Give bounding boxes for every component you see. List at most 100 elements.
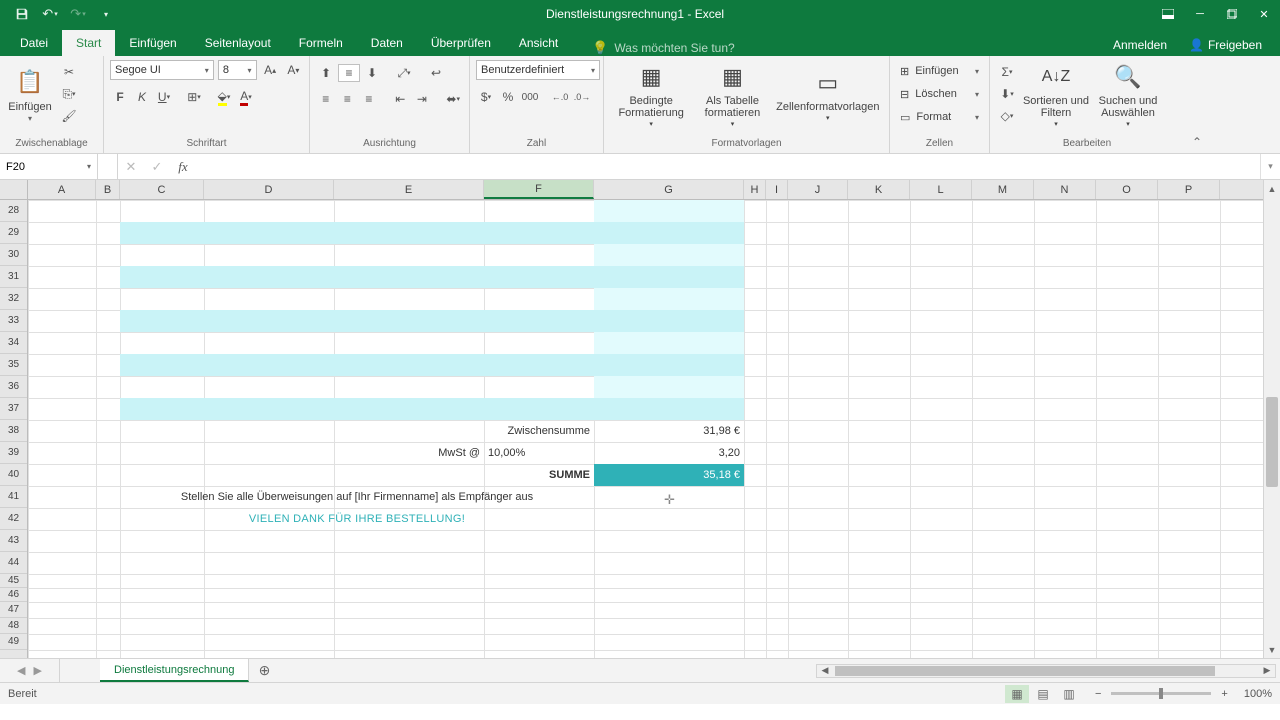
name-box[interactable]: F20▾ — [0, 154, 98, 179]
orientation-icon[interactable]: ⤢▾ — [394, 64, 414, 82]
sort-filter-button[interactable]: A↓Z Sortieren und Filtern▾ — [1022, 60, 1090, 130]
border-icon[interactable]: ⊞▾ — [184, 88, 204, 106]
ribbon-display-icon[interactable] — [1152, 0, 1184, 28]
row-header-41[interactable]: 41 — [0, 486, 27, 508]
autosum-icon[interactable]: Σ▾ — [996, 62, 1018, 82]
row-header-43[interactable]: 43 — [0, 530, 27, 552]
align-bottom-icon[interactable]: ⬇ — [362, 64, 382, 82]
view-pagelayout-icon[interactable]: ▤ — [1031, 685, 1055, 703]
tab-data[interactable]: Daten — [357, 30, 417, 56]
cell-r42_thanks[interactable]: VIELEN DANK FÜR IHRE BESTELLUNG! — [120, 508, 594, 530]
col-header-D[interactable]: D — [204, 180, 334, 199]
scroll-right-icon[interactable]: ▶ — [1259, 665, 1275, 676]
cell-r40_total_value[interactable]: 35,18 € — [594, 464, 744, 486]
cell-styles-button[interactable]: ▭ Zellenformatvorlagen▾ — [773, 60, 883, 130]
col-header-B[interactable]: B — [96, 180, 120, 199]
sheet-tab-active[interactable]: Dienstleistungsrechnung — [100, 659, 249, 682]
zoom-out-icon[interactable]: − — [1095, 688, 1101, 700]
hscroll-thumb[interactable] — [835, 666, 1215, 676]
row-header-32[interactable]: 32 — [0, 288, 27, 310]
sheet-nav-prev-icon[interactable]: ◀ — [17, 664, 25, 677]
col-header-O[interactable]: O — [1096, 180, 1158, 199]
signin-link[interactable]: Anmelden — [1113, 38, 1167, 52]
align-center-icon[interactable]: ≡ — [338, 90, 358, 108]
col-header-F[interactable]: F — [484, 180, 594, 199]
tab-formulas[interactable]: Formeln — [285, 30, 357, 56]
format-cells-button[interactable]: ▭Format▾ — [896, 106, 983, 128]
expand-formula-icon[interactable]: ▾ — [1260, 154, 1280, 179]
cell-r38_subtotal_value[interactable]: 31,98 € — [594, 420, 744, 442]
cell-r41_payto[interactable]: Stellen Sie alle Überweisungen auf [Ihr … — [120, 486, 594, 508]
col-header-M[interactable]: M — [972, 180, 1034, 199]
delete-cells-button[interactable]: ⊟Löschen▾ — [896, 83, 983, 105]
row-header-47[interactable]: 47 — [0, 602, 27, 618]
bold-icon[interactable]: F — [110, 88, 130, 106]
cell-r38_subtotal_label[interactable]: Zwischensumme — [334, 420, 594, 442]
decrease-font-icon[interactable]: A▾ — [284, 61, 303, 79]
cell-r39_tax_rate[interactable]: 10,00% — [484, 442, 594, 464]
qat-customize-icon[interactable]: ▾ — [94, 3, 118, 25]
wrap-text-icon[interactable]: ↩ — [426, 64, 446, 82]
decrease-decimal-icon[interactable]: .0→ — [572, 88, 592, 106]
col-header-H[interactable]: H — [744, 180, 766, 199]
tab-pagelayout[interactable]: Seitenlayout — [191, 30, 285, 56]
clear-icon[interactable]: ◇▾ — [996, 106, 1018, 126]
comma-icon[interactable]: 000 — [520, 88, 540, 106]
row-header-42[interactable]: 42 — [0, 508, 27, 530]
col-header-G[interactable]: G — [594, 180, 744, 199]
align-right-icon[interactable]: ≡ — [359, 90, 379, 108]
row-header-38[interactable]: 38 — [0, 420, 27, 442]
font-name-combo[interactable]: Segoe UI▾ — [110, 60, 214, 80]
percent-icon[interactable]: % — [498, 88, 518, 106]
row-header-33[interactable]: 33 — [0, 310, 27, 332]
align-middle-icon[interactable]: ≡ — [338, 64, 360, 82]
cell-r40_total_label[interactable]: SUMME — [334, 464, 594, 486]
col-header-P[interactable]: P — [1158, 180, 1220, 199]
find-select-button[interactable]: 🔍 Suchen und Auswählen▾ — [1094, 60, 1162, 130]
collapse-ribbon-icon[interactable]: ⌃ — [1184, 135, 1210, 153]
cell-r39_tax_value[interactable]: 3,20 — [594, 442, 744, 464]
decrease-indent-icon[interactable]: ⇤ — [391, 90, 411, 108]
cut-icon[interactable]: ✂ — [58, 62, 80, 82]
row-header-37[interactable]: 37 — [0, 398, 27, 420]
increase-indent-icon[interactable]: ⇥ — [412, 90, 432, 108]
row-header-30[interactable]: 30 — [0, 244, 27, 266]
row-header-49[interactable]: 49 — [0, 634, 27, 650]
underline-icon[interactable]: U▾ — [154, 88, 174, 106]
number-format-combo[interactable]: Benutzerdefiniert▾ — [476, 60, 600, 80]
row-header-40[interactable]: 40 — [0, 464, 27, 486]
increase-font-icon[interactable]: A▴ — [261, 61, 280, 79]
increase-decimal-icon[interactable]: ←.0 — [550, 88, 570, 106]
maximize-icon[interactable] — [1216, 0, 1248, 28]
col-header-A[interactable]: A — [28, 180, 96, 199]
format-table-button[interactable]: ▦ Als Tabelle formatieren▾ — [696, 60, 768, 130]
italic-icon[interactable]: K — [132, 88, 152, 106]
col-header-I[interactable]: I — [766, 180, 788, 199]
scroll-left-icon[interactable]: ◀ — [817, 665, 833, 676]
align-left-icon[interactable]: ≡ — [316, 90, 336, 108]
sheet-nav-next-icon[interactable]: ▶ — [34, 664, 42, 677]
minimize-icon[interactable]: ─ — [1184, 0, 1216, 28]
currency-icon[interactable]: $▾ — [476, 88, 496, 106]
horizontal-scrollbar[interactable]: ◀ ▶ — [816, 664, 1276, 678]
zoom-in-icon[interactable]: + — [1221, 688, 1227, 700]
formula-input[interactable] — [196, 154, 1260, 179]
col-header-J[interactable]: J — [788, 180, 848, 199]
col-header-C[interactable]: C — [120, 180, 204, 199]
col-header-N[interactable]: N — [1034, 180, 1096, 199]
row-header-35[interactable]: 35 — [0, 354, 27, 376]
tab-view[interactable]: Ansicht — [505, 30, 572, 56]
scroll-up-icon[interactable]: ▲ — [1264, 180, 1280, 197]
col-header-L[interactable]: L — [910, 180, 972, 199]
row-header-44[interactable]: 44 — [0, 552, 27, 574]
vscroll-thumb[interactable] — [1266, 397, 1278, 487]
cancel-formula-icon[interactable]: ✕ — [118, 154, 144, 179]
fill-color-icon[interactable]: ⬙▾ — [214, 88, 234, 106]
col-header-E[interactable]: E — [334, 180, 484, 199]
row-header-29[interactable]: 29 — [0, 222, 27, 244]
row-header-31[interactable]: 31 — [0, 266, 27, 288]
share-button[interactable]: 👤 Freigeben — [1179, 34, 1272, 56]
save-icon[interactable] — [10, 3, 34, 25]
undo-icon[interactable]: ↶▾ — [38, 3, 62, 25]
row-header-46[interactable]: 46 — [0, 588, 27, 602]
